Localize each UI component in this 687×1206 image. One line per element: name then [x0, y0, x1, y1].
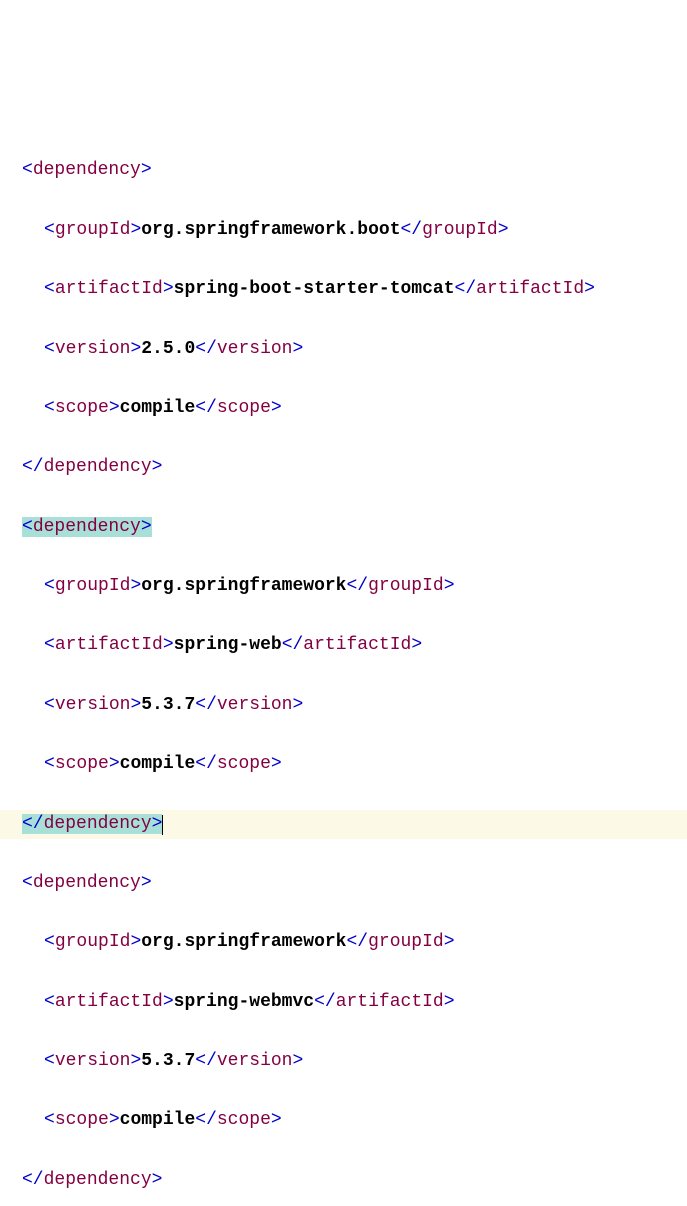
code-block: <dependency> <groupId>org.springframewor…	[0, 127, 687, 1206]
xml-groupid-line: <groupId>org.springframework.boot</group…	[0, 216, 687, 246]
xml-artifactid-line: <artifactId>spring-webmvc</artifactId>	[0, 988, 687, 1018]
text-cursor	[162, 815, 163, 835]
xml-open-dependency: <dependency>	[0, 156, 687, 186]
xml-scope-line: <scope>compile</scope>	[0, 750, 687, 780]
xml-version-line: <version>5.3.7</version>	[0, 691, 687, 721]
xml-open-dependency: <dependency>	[0, 513, 687, 543]
xml-version-line: <version>5.3.7</version>	[0, 1047, 687, 1077]
xml-close-dependency: </dependency>	[0, 453, 687, 483]
xml-version-line: <version>2.5.0</version>	[0, 335, 687, 365]
xml-open-dependency: <dependency>	[0, 869, 687, 899]
xml-close-dependency: </dependency>	[0, 810, 687, 840]
xml-scope-line: <scope>compile</scope>	[0, 1106, 687, 1136]
xml-groupid-line: <groupId>org.springframework</groupId>	[0, 928, 687, 958]
xml-scope-line: <scope>compile</scope>	[0, 394, 687, 424]
xml-artifactid-line: <artifactId>spring-web</artifactId>	[0, 631, 687, 661]
xml-close-dependency: </dependency>	[0, 1166, 687, 1196]
xml-groupid-line: <groupId>org.springframework</groupId>	[0, 572, 687, 602]
xml-artifactid-line: <artifactId>spring-boot-starter-tomcat</…	[0, 275, 687, 305]
current-line: </dependency>	[0, 810, 687, 840]
